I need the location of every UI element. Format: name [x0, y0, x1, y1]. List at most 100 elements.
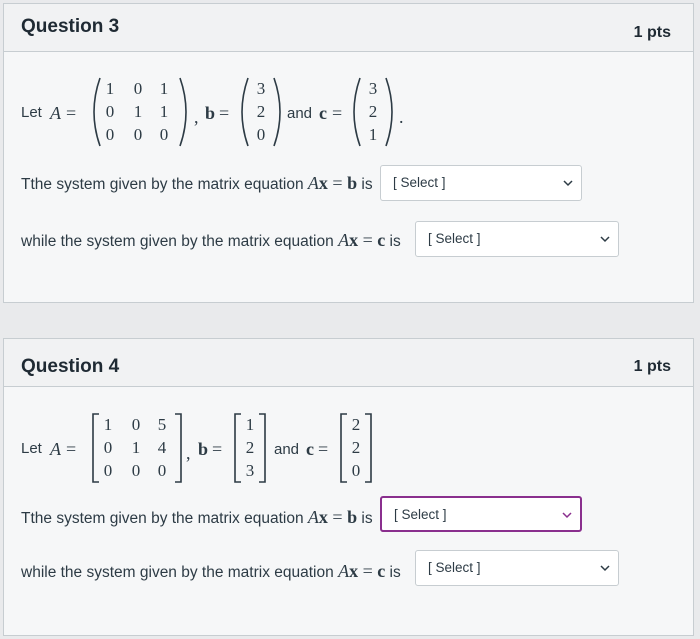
- q4-select-1[interactable]: [ Select ]: [380, 496, 582, 532]
- q3-A-cell: 1: [159, 79, 169, 98]
- question-3-card: Question 3 1 pts Let A = 1 0 1 0 1 1 0 0…: [3, 3, 694, 303]
- q3-A-cell: 0: [133, 125, 143, 144]
- q3-line2-eq: =: [358, 230, 378, 250]
- q4-A-cell: 0: [103, 438, 113, 457]
- q3-vector-c: 3 2 1: [350, 76, 396, 148]
- q3-line1-b: b: [347, 173, 358, 193]
- question-4-title: Question 4: [21, 356, 120, 377]
- q3-c-cell: 3: [368, 79, 378, 98]
- q3-A-cell: 0: [105, 102, 115, 121]
- q4-line2-x: x: [349, 561, 359, 581]
- q4-A-cell: 0: [103, 461, 113, 480]
- q3-select-1[interactable]: [ Select ]: [380, 165, 582, 201]
- q3-select-2[interactable]: [ Select ]: [415, 221, 619, 257]
- q4-b-cell: 2: [245, 438, 255, 457]
- q4-b-symbol: b: [198, 439, 209, 459]
- q4-A-equals: =: [66, 439, 77, 459]
- q4-A-cell: 0: [131, 461, 141, 480]
- q4-line1-b: b: [347, 507, 358, 527]
- q3-c-symbol: c: [319, 103, 327, 123]
- q3-line1-A: A: [307, 173, 319, 193]
- q3-b-symbol: b: [205, 103, 216, 123]
- q3-line1-is: is: [357, 176, 373, 193]
- q4-A-cell: 0: [157, 461, 167, 480]
- q4-line1-x: x: [318, 507, 328, 527]
- q4-line2: while the system given by the matrix equ…: [21, 561, 401, 582]
- q3-A-equals: =: [66, 103, 77, 123]
- q4-A-cell: 0: [131, 415, 141, 434]
- q3-period: .: [399, 107, 404, 127]
- q4-line1-eq: =: [327, 507, 348, 527]
- question-4-points: 1 pts: [633, 358, 671, 375]
- q3-line1: Tthe system given by the matrix equation…: [21, 173, 373, 194]
- q3-select-2-text: [ Select ]: [428, 231, 481, 246]
- q3-line1-text: Tthe system given by the matrix equation: [21, 176, 304, 193]
- q3-A-symbol: A: [50, 103, 61, 123]
- q3-A-cell: 0: [105, 125, 115, 144]
- q3-line2: while the system given by the matrix equ…: [21, 230, 401, 251]
- q3-and-label: and: [287, 105, 313, 122]
- q4-comma: ,: [186, 443, 191, 463]
- q3-b-cell: 2: [256, 102, 266, 121]
- q4-line2-is: is: [385, 564, 401, 581]
- q4-b-cell: 3: [245, 461, 255, 480]
- question-3-title: Question 3: [21, 16, 120, 37]
- q4-let-label: Let: [21, 440, 42, 457]
- q3-A-cell: 0: [159, 125, 169, 144]
- q4-line2-A: A: [338, 561, 350, 581]
- q4-matrix-A: 1 0 5 0 1 4 0 0 0: [90, 412, 184, 484]
- q3-A-cell: 1: [159, 102, 169, 121]
- q4-line2-eq: =: [358, 561, 378, 581]
- q3-line1-eq: =: [327, 173, 348, 193]
- q4-A-symbol: A: [50, 439, 61, 459]
- chevron-down-icon: [600, 236, 610, 243]
- q3-A-cell: 1: [133, 102, 143, 121]
- q3-A-cell: 0: [133, 79, 143, 98]
- q4-select-2-text: [ Select ]: [428, 560, 481, 575]
- chevron-down-icon: [600, 565, 610, 572]
- q4-vector-b: 1 2 3: [232, 412, 268, 484]
- q3-b-cell: 3: [256, 79, 266, 98]
- question-4-header: Question 4 1 pts: [4, 339, 693, 387]
- q4-c-cell: 0: [351, 461, 361, 480]
- q3-A-cell: 1: [105, 79, 115, 98]
- q4-line1-A: A: [307, 507, 319, 527]
- question-3-header: Question 3 1 pts: [4, 4, 693, 52]
- q4-select-1-text: [ Select ]: [394, 507, 447, 522]
- chevron-down-icon: [562, 512, 572, 519]
- q4-b-cell: 1: [245, 415, 255, 434]
- q3-c-cell: 2: [368, 102, 378, 121]
- q3-select-1-text: [ Select ]: [393, 175, 446, 190]
- q3-c-cell: 1: [368, 125, 378, 144]
- q4-line2-text: while the system given by the matrix equ…: [21, 564, 334, 581]
- q3-let-label: Let: [21, 104, 42, 121]
- q4-A-cell: 1: [131, 438, 141, 457]
- q3-comma: ,: [194, 107, 199, 127]
- q4-c-cell: 2: [351, 415, 361, 434]
- q4-line1: Tthe system given by the matrix equation…: [21, 507, 373, 528]
- q3-matrix-A: 1 0 1 0 1 1 0 0 0: [90, 76, 190, 148]
- q4-A-cell: 1: [103, 415, 113, 434]
- chevron-down-icon: [563, 180, 573, 187]
- question-4-card: Question 4 1 pts Let A = 1 0 5 0 1 4 0 0…: [3, 338, 694, 636]
- q4-b-equals: =: [212, 439, 223, 459]
- q4-vector-c: 2 2 0: [338, 412, 374, 484]
- q3-b-cell: 0: [256, 125, 266, 144]
- q4-c-equals: =: [318, 439, 329, 459]
- q3-b-equals: =: [219, 103, 230, 123]
- q3-vector-b: 3 2 0: [238, 76, 284, 148]
- q3-line2-is: is: [385, 233, 401, 250]
- q3-c-equals: =: [332, 103, 343, 123]
- q3-line2-x: x: [349, 230, 359, 250]
- question-3-points: 1 pts: [633, 24, 671, 41]
- q3-line1-x: x: [318, 173, 328, 193]
- q4-line1-text: Tthe system given by the matrix equation: [21, 510, 304, 527]
- q4-A-cell: 4: [157, 438, 167, 457]
- q3-line2-text: while the system given by the matrix equ…: [21, 233, 334, 250]
- q4-select-2[interactable]: [ Select ]: [415, 550, 619, 586]
- q4-c-symbol: c: [306, 439, 314, 459]
- q4-A-cell: 5: [157, 415, 167, 434]
- q4-line1-is: is: [357, 510, 373, 527]
- q3-line2-A: A: [338, 230, 350, 250]
- q4-and-label: and: [274, 441, 300, 458]
